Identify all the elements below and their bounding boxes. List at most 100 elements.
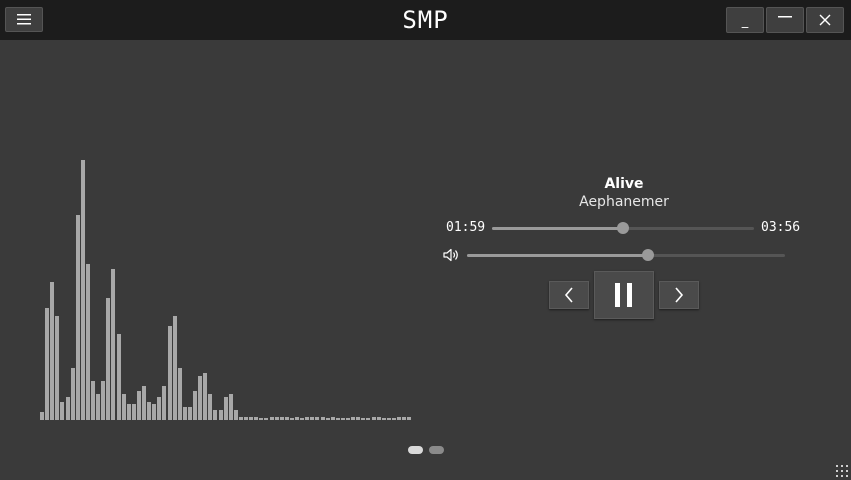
visualizer-bar	[228, 394, 233, 420]
seek-slider-handle[interactable]	[617, 222, 629, 234]
visualizer-bar	[376, 417, 381, 420]
visualizer-bar	[310, 417, 315, 420]
visualizer-bar	[279, 417, 284, 420]
pause-button[interactable]	[594, 271, 654, 319]
visualizer-bar	[193, 391, 197, 420]
page-dot[interactable]	[429, 446, 444, 454]
visualizer-bar	[75, 214, 80, 420]
visualizer-bar	[244, 417, 248, 420]
visualizer-bar	[340, 418, 345, 420]
visualizer-bar	[330, 417, 335, 420]
title-bar: SMP _	[0, 0, 851, 40]
pause-icon	[615, 283, 632, 307]
visualizer-bar	[289, 418, 294, 420]
total-duration: 03:56	[761, 220, 801, 235]
visualizer-bar	[351, 417, 356, 420]
visualizer-bar	[187, 407, 192, 420]
visualizer-bar	[203, 373, 208, 420]
visualizer-bar	[116, 334, 121, 420]
visualizer-bar	[407, 417, 412, 420]
visualizer-bar	[325, 418, 330, 420]
track-title: Alive	[604, 176, 644, 192]
visualizer-bar	[335, 418, 340, 420]
audio-visualizer	[40, 150, 420, 420]
visualizer-bar	[305, 417, 310, 420]
visualizer-bar	[402, 417, 407, 420]
visualizer-bar	[284, 417, 289, 420]
track-artist: Aephanemer	[579, 194, 669, 210]
visualizer-bar	[152, 404, 157, 420]
volume-icon[interactable]	[443, 248, 459, 262]
visualizer-bar	[142, 386, 146, 420]
visualizer-bar	[391, 418, 396, 420]
visualizer-bar	[182, 407, 187, 420]
visualizer-bar	[249, 417, 254, 420]
visualizer-bar	[106, 297, 111, 420]
visualizer-bar	[356, 417, 361, 420]
volume-slider[interactable]	[467, 249, 785, 261]
visualizer-bar	[371, 417, 376, 420]
visualizer-bar	[65, 396, 70, 420]
visualizer-bar	[361, 418, 366, 420]
visualizer-bar	[172, 316, 177, 420]
visualizer-bar	[111, 269, 116, 420]
visualizer-bar	[300, 418, 305, 420]
previous-icon	[564, 287, 573, 303]
close-button[interactable]	[806, 7, 844, 33]
visualizer-bar	[50, 282, 55, 420]
visualizer-bar	[208, 394, 213, 420]
page-dot[interactable]	[408, 446, 423, 454]
visualizer-bar	[223, 396, 228, 420]
visualizer-bar	[60, 401, 65, 420]
visualizer-bar	[80, 160, 85, 420]
next-button[interactable]	[659, 281, 699, 309]
visualizer-bar	[254, 417, 259, 420]
visualizer-bar	[198, 375, 203, 420]
visualizer-bar	[315, 417, 320, 420]
visualizer-bar	[167, 326, 172, 420]
previous-button[interactable]	[549, 281, 589, 309]
visualizer-bar	[45, 308, 50, 420]
volume-slider-fill	[467, 254, 649, 257]
visualizer-bar	[269, 417, 274, 420]
visualizer-bar	[366, 418, 371, 420]
seek-slider[interactable]	[492, 222, 754, 234]
visualizer-bar	[295, 417, 299, 420]
visualizer-bar	[320, 417, 325, 420]
visualizer-bar	[274, 417, 279, 420]
visualizer-bar	[233, 409, 238, 420]
visualizer-bar	[101, 381, 106, 420]
visualizer-bar	[121, 394, 126, 420]
close-icon	[819, 14, 831, 26]
visualizer-bar	[55, 316, 60, 420]
minimize-icon: _	[741, 13, 749, 29]
visualizer-bar	[381, 418, 386, 420]
visualizer-bar	[218, 409, 223, 420]
visualizer-bar	[147, 401, 152, 420]
visualizer-bar	[238, 417, 243, 420]
visualizer-bar	[264, 418, 269, 420]
visualizer-bar	[259, 418, 264, 420]
resize-grip-icon[interactable]	[836, 465, 848, 477]
visualizer-bar	[91, 381, 95, 420]
elapsed-time: 01:59	[446, 220, 486, 235]
visualizer-bar	[40, 412, 44, 420]
visualizer-bar	[346, 418, 350, 420]
visualizer-bar	[162, 386, 167, 420]
visualizer-bar	[85, 264, 90, 420]
visualizer-bar	[131, 404, 136, 420]
visualizer-bar	[70, 368, 75, 420]
visualizer-bar	[157, 396, 162, 420]
maximize-icon	[778, 16, 792, 18]
visualizer-bar	[177, 368, 182, 420]
next-icon	[675, 287, 684, 303]
minimize-button[interactable]: _	[726, 7, 764, 33]
visualizer-bar	[397, 417, 401, 420]
maximize-button[interactable]	[766, 7, 804, 33]
visualizer-bar	[126, 404, 131, 420]
visualizer-bar	[213, 409, 218, 420]
volume-slider-handle[interactable]	[642, 249, 655, 261]
visualizer-bar	[136, 391, 141, 420]
visualizer-bar	[386, 418, 391, 420]
app-title: SMP	[402, 6, 449, 34]
